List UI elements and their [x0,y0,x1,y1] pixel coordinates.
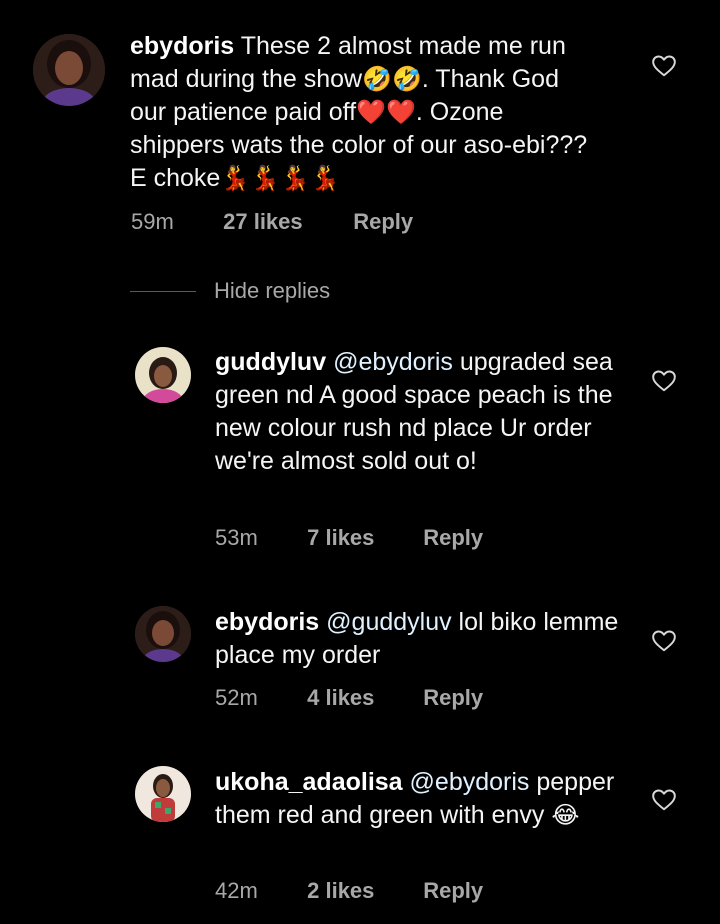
comment-meta: 59m 27 likes Reply [131,209,413,235]
heart-icon[interactable] [651,368,677,394]
comment-username[interactable]: guddyluv [215,348,326,376]
comment-likes[interactable]: 2 likes [307,878,417,904]
heart-icon[interactable] [651,787,677,813]
comment-meta: 53m 7 likes Reply [215,525,483,551]
heart-icon[interactable] [651,53,677,79]
comment-meta: 52m 4 likes Reply [215,685,483,711]
avatar[interactable] [135,766,191,822]
comment-time: 59m [131,209,174,234]
avatar[interactable] [33,34,105,106]
hide-replies[interactable]: Hide replies [130,278,330,304]
comment-mention[interactable]: @ebydoris [410,768,530,796]
reply-button[interactable]: Reply [423,685,483,711]
comment-time: 52m [215,685,258,710]
comment-username[interactable]: ukoha_adaolisa [215,768,403,796]
reply-button[interactable]: Reply [353,209,413,235]
comment-mention[interactable]: @ebydoris [333,348,453,376]
reply-button[interactable]: Reply [423,878,483,904]
comment-likes[interactable]: 4 likes [307,685,417,711]
heart-icon[interactable] [651,628,677,654]
avatar-photo [33,34,105,106]
avatar[interactable] [135,606,191,662]
comment-emoji: 😂 [551,801,580,829]
comment-body: ukoha_adaolisa @ebydoris pepper them red… [215,766,625,832]
comment-username[interactable]: ebydoris [130,32,234,60]
hide-replies-button[interactable]: Hide replies [214,278,330,304]
comment-meta: 42m 2 likes Reply [215,878,483,904]
comment-username[interactable]: ebydoris [215,608,319,636]
comment-body: ebydoris These 2 almost made me run mad … [130,30,600,195]
avatar[interactable] [135,347,191,403]
avatar-photo [135,766,191,822]
comment-time: 53m [215,525,258,550]
thread-line [130,290,196,292]
avatar-photo [135,347,191,403]
comment-body: guddyluv @ebydoris upgraded sea green nd… [215,346,620,478]
avatar-photo [135,606,191,662]
comment-emoji: ❤️❤️ [356,98,416,126]
comment-time: 42m [215,878,258,903]
comment-mention[interactable]: @guddyluv [326,608,451,636]
comment-likes[interactable]: 7 likes [307,525,417,551]
reply-button[interactable]: Reply [423,525,483,551]
comment-emoji: 🤣🤣 [362,65,422,93]
comment-emoji: 💃💃💃💃 [220,164,340,192]
comment-likes[interactable]: 27 likes [223,209,347,235]
comment-body: ebydoris @guddyluv lol biko lemme place … [215,606,620,672]
